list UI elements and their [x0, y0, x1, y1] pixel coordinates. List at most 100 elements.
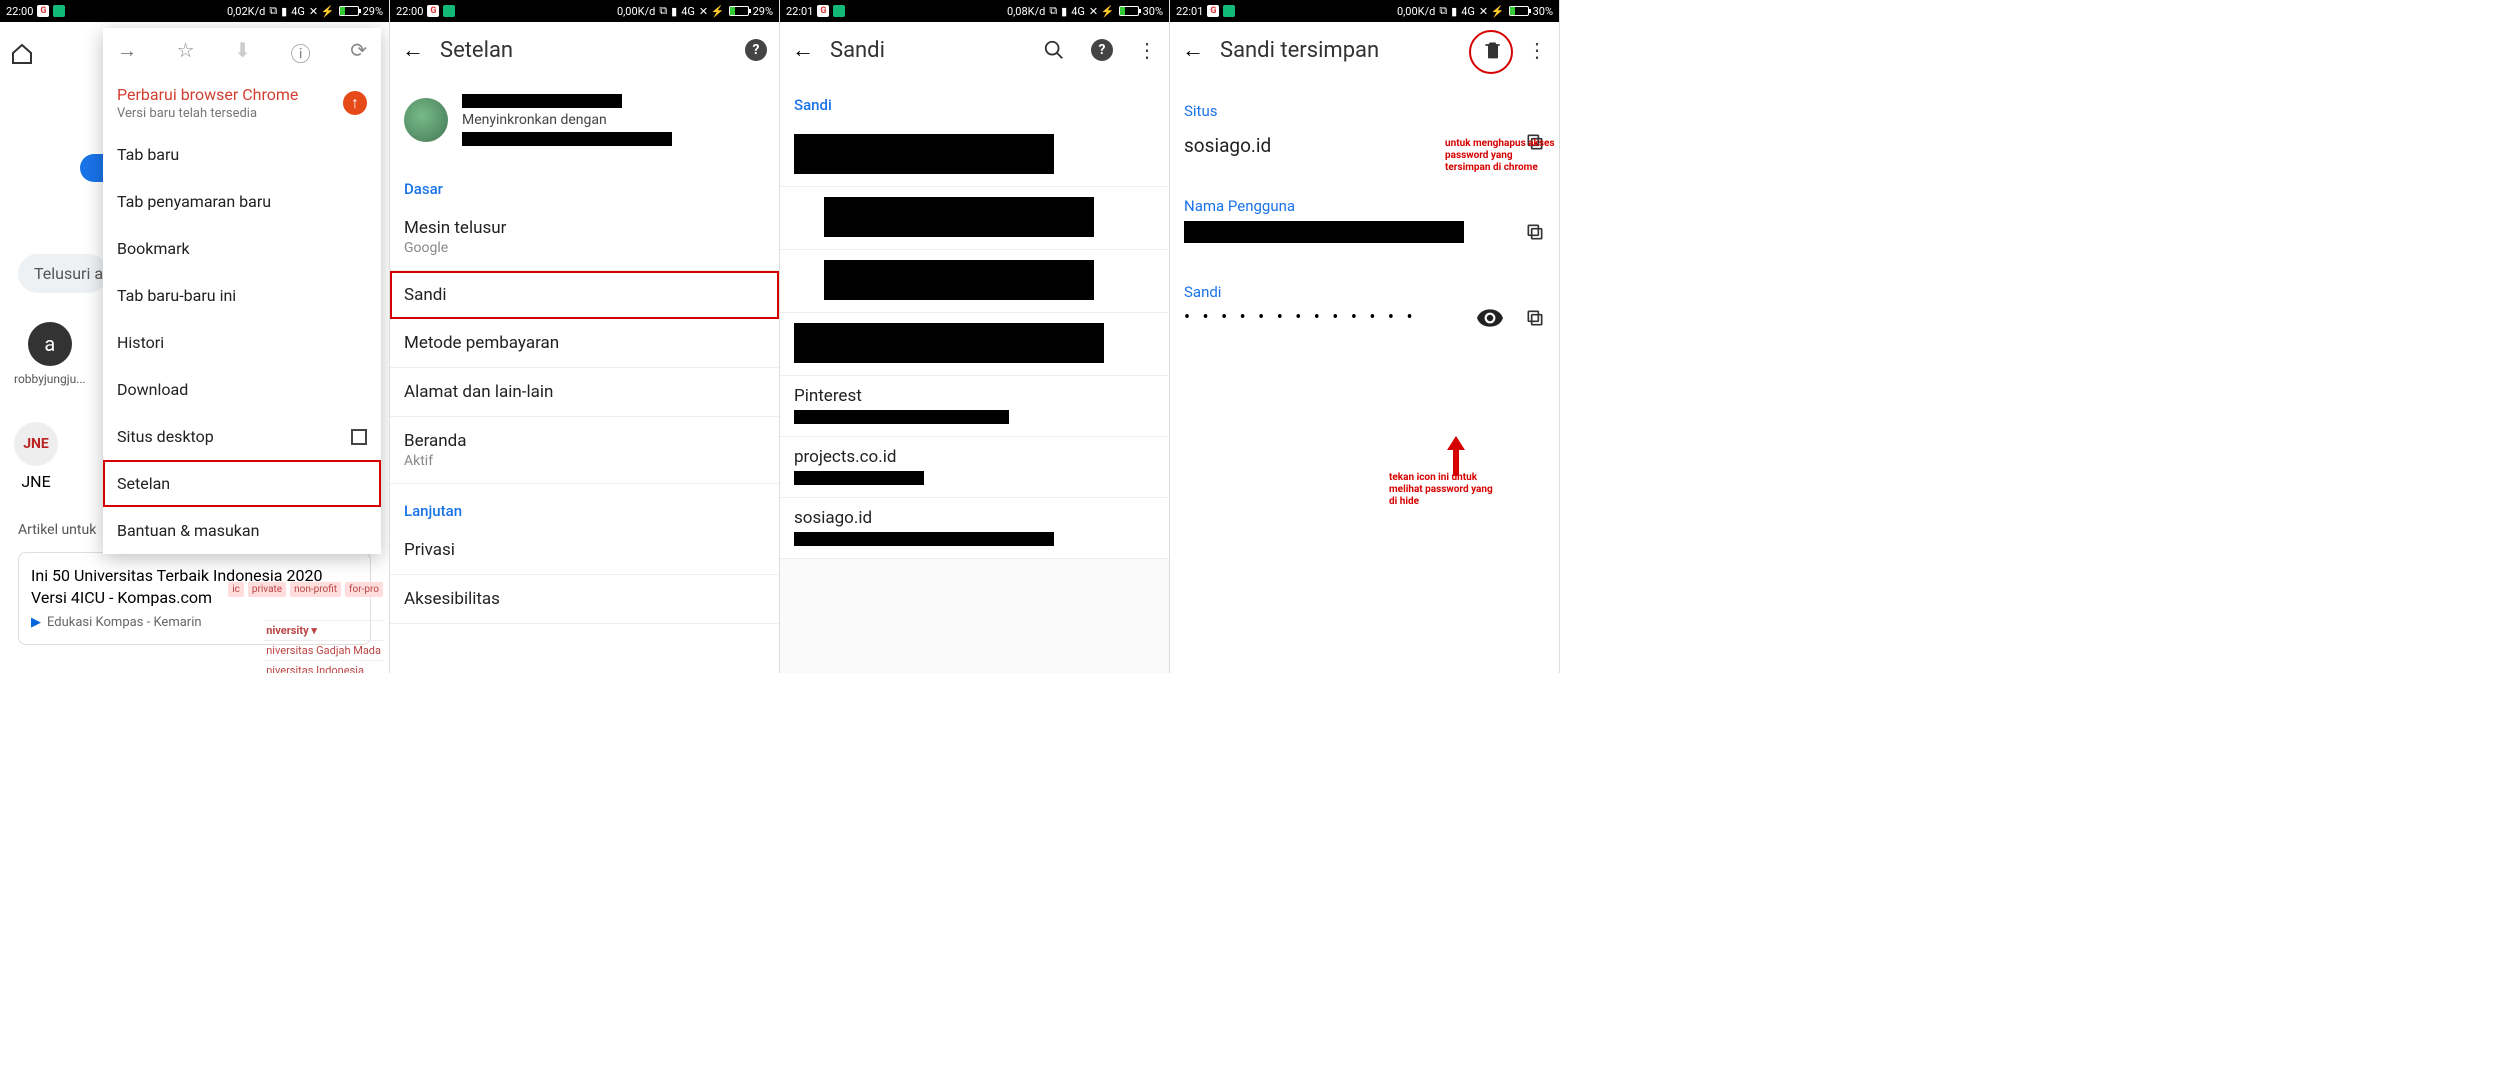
charging-icon: ✕ ⚡ — [1089, 5, 1115, 18]
password-row[interactable] — [780, 313, 1169, 376]
page-title: Sandi — [830, 38, 885, 63]
data-rate: 0,00K/d — [617, 5, 655, 18]
menu-desktop-site[interactable]: Situs desktop — [103, 413, 381, 460]
settings-payment[interactable]: Metode pembayaran — [390, 319, 779, 368]
net-type: 4G — [1461, 5, 1475, 18]
redacted-site — [824, 260, 1094, 300]
charging-icon: ✕ ⚡ — [699, 5, 725, 18]
tag[interactable]: for-pro — [345, 582, 383, 597]
label-username: Nama Pengguna — [1184, 197, 1545, 215]
quick-link-label: JNE — [14, 472, 58, 491]
battery-icon — [1509, 6, 1529, 16]
articles-header: Artikel untuk — [18, 522, 96, 538]
google-status-icon: G — [817, 5, 829, 17]
screen-chrome-menu: 22:00 G 0,02K/d ⧉ ▮ 4G ✕ ⚡ 29% Telusuri … — [0, 0, 390, 673]
tag[interactable]: ic — [228, 582, 244, 597]
app-bar: ← Sandi ? ⋮ — [780, 22, 1169, 78]
data-rate: 0,08K/d — [1007, 5, 1045, 18]
forward-icon[interactable]: → — [117, 38, 137, 67]
data-rate: 0,00K/d — [1397, 5, 1435, 18]
redacted-site — [794, 323, 1104, 363]
menu-help[interactable]: Bantuan & masukan — [103, 507, 381, 554]
download-icon[interactable]: ⬇ — [234, 38, 251, 67]
section-basic: Dasar — [390, 162, 779, 204]
checkbox-icon[interactable] — [351, 429, 367, 445]
home-icon[interactable] — [10, 42, 34, 66]
wifi-icon: ⧉ — [659, 4, 667, 18]
value-site: sosiago.id — [1184, 134, 1271, 157]
back-icon[interactable]: ← — [792, 37, 814, 63]
app-status-icon — [1223, 5, 1235, 17]
redacted-site — [824, 197, 1094, 237]
more-icon[interactable]: ⋮ — [1137, 38, 1157, 62]
password-list: Pinterest projects.co.id sosiago.id — [780, 124, 1169, 559]
update-title: Perbarui browser Chrome — [117, 85, 298, 104]
password-row[interactable] — [780, 250, 1169, 313]
app-bar: ← Setelan ? — [390, 22, 779, 78]
back-icon[interactable]: ← — [1182, 37, 1204, 63]
update-arrow-icon: ↑ — [343, 91, 367, 115]
annotation-arrow-icon — [1445, 436, 1467, 476]
refresh-icon[interactable]: ⟳ — [350, 38, 367, 67]
password-row-pinterest[interactable]: Pinterest — [780, 376, 1169, 437]
copy-username-icon[interactable] — [1525, 222, 1545, 242]
screen-settings: 22:00 G 0,00K/d ⧉ ▮ 4G ✕ ⚡ 29% ← Setelan… — [390, 0, 780, 673]
google-status-icon: G — [1207, 5, 1219, 17]
wifi-icon: ⧉ — [269, 4, 277, 18]
settings-search-engine[interactable]: Mesin telusur Google — [390, 204, 779, 271]
battery-percent: 29% — [363, 5, 383, 18]
settings-privacy[interactable]: Privasi — [390, 526, 779, 575]
app-status-icon — [53, 5, 65, 17]
menu-history[interactable]: Histori — [103, 319, 381, 366]
copy-password-icon[interactable] — [1525, 308, 1545, 328]
tag[interactable]: non-profit — [290, 582, 341, 597]
menu-bookmarks[interactable]: Bookmark — [103, 225, 381, 272]
update-subtitle: Versi baru telah tersedia — [117, 106, 298, 121]
redacted-username — [794, 532, 1054, 546]
help-icon[interactable]: ? — [1091, 39, 1113, 61]
app-status-icon — [443, 5, 455, 17]
status-bar: 22:00 G 0,00K/d ⧉ ▮ 4G ✕ ⚡ 29% — [390, 0, 779, 22]
tag[interactable]: private — [248, 582, 286, 597]
label-site: Situs — [1184, 102, 1545, 120]
battery-percent: 30% — [1533, 5, 1553, 18]
quick-link-amazon[interactable]: a robbyjungju... — [14, 322, 86, 386]
settings-homepage[interactable]: Beranda Aktif — [390, 417, 779, 484]
menu-new-tab[interactable]: Tab baru — [103, 131, 381, 178]
password-row-sosiago[interactable]: sosiago.id — [780, 498, 1169, 559]
password-row[interactable] — [780, 187, 1169, 250]
sync-account-row[interactable]: Menyinkronkan dengan — [390, 78, 779, 162]
password-row[interactable] — [780, 124, 1169, 187]
help-icon[interactable]: ? — [745, 39, 767, 61]
menu-incognito-tab[interactable]: Tab penyamaran baru — [103, 178, 381, 225]
search-icon[interactable] — [1043, 39, 1065, 61]
status-bar: 22:00 G 0,02K/d ⧉ ▮ 4G ✕ ⚡ 29% — [0, 0, 389, 22]
redacted-site — [794, 134, 1054, 174]
redacted-username — [794, 471, 924, 485]
more-icon[interactable]: ⋮ — [1527, 38, 1547, 62]
search-bar[interactable]: Telusuri a — [18, 254, 108, 293]
info-icon[interactable]: ⓘ — [291, 38, 311, 67]
quick-link-label: robbyjungju... — [14, 372, 86, 386]
settings-passwords[interactable]: Sandi — [390, 271, 779, 319]
reveal-password-icon[interactable] — [1477, 309, 1503, 327]
back-icon[interactable]: ← — [402, 37, 424, 63]
clock: 22:00 — [396, 5, 423, 18]
quick-link-jne[interactable]: JNE JNE — [14, 422, 58, 491]
section-advanced: Lanjutan — [390, 484, 779, 526]
settings-addresses[interactable]: Alamat dan lain-lain — [390, 368, 779, 417]
sync-text: Menyinkronkan dengan — [462, 112, 672, 128]
settings-accessibility[interactable]: Aksesibilitas — [390, 575, 779, 624]
net-type: 4G — [291, 5, 305, 18]
menu-downloads[interactable]: Download — [103, 366, 381, 413]
redacted-username — [794, 410, 1009, 424]
trash-icon[interactable] — [1483, 39, 1503, 61]
star-icon[interactable]: ☆ — [177, 38, 195, 67]
signal-icon: ▮ — [1451, 5, 1457, 18]
password-row-projects[interactable]: projects.co.id — [780, 437, 1169, 498]
update-chrome-row[interactable]: Perbarui browser Chrome Versi baru telah… — [103, 77, 381, 131]
menu-recent-tabs[interactable]: Tab baru-baru ini — [103, 272, 381, 319]
menu-settings[interactable]: Setelan — [103, 460, 381, 507]
avatar — [404, 98, 448, 142]
signal-icon: ▮ — [1061, 5, 1067, 18]
